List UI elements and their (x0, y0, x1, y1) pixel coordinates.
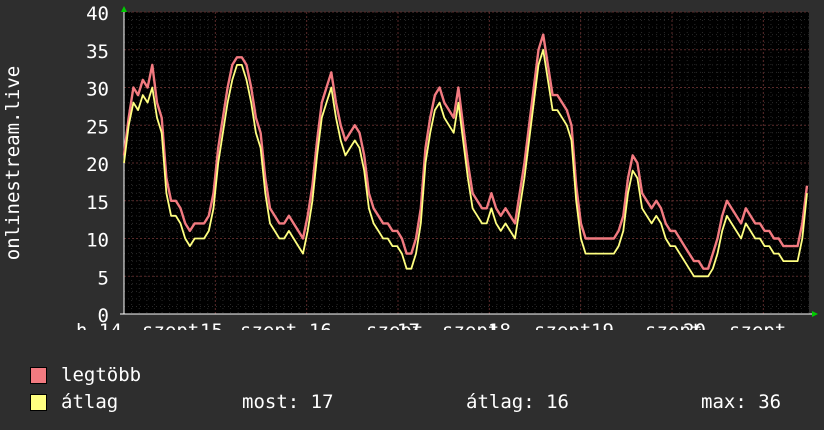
x-tick-label: 18 (488, 320, 511, 330)
y-axis-arrow (121, 6, 127, 12)
stat-average: átlag: 16 (466, 391, 569, 413)
y-tick-label: 5 (98, 267, 109, 289)
x-tick-label: 20 (683, 320, 706, 330)
stat-now: most: 17 (242, 391, 334, 413)
y-tick-label: 10 (86, 230, 109, 252)
x-tick-label: szept (534, 320, 591, 330)
y-tick-label: 30 (86, 79, 109, 101)
legend-item-max: legtöbb (30, 364, 141, 386)
legend-label-max: legtöbb (61, 364, 142, 386)
x-tick-label: szept (729, 320, 786, 330)
x-tick-label: szept (142, 320, 199, 330)
y-tick-label: 35 (86, 41, 109, 63)
line-chart: 0510152025303540h 14szept15szept16szept1… (2, 3, 818, 330)
x-tick-label: 17 (397, 320, 420, 330)
y-tick-label: 25 (86, 116, 109, 138)
legend-label-avg: átlag (61, 391, 119, 413)
y-axis-label: onlinestream.live (2, 66, 24, 260)
stat-max: max: 36 (701, 391, 782, 413)
x-tick-label: 16 (309, 320, 332, 330)
x-tick-label: szept (240, 320, 297, 330)
x-tick-label: 19 (591, 320, 614, 330)
y-tick-label: 20 (86, 154, 109, 176)
y-tick-label: 15 (86, 192, 109, 214)
legend-item-avg: átlag (30, 391, 118, 413)
x-axis-arrow (812, 311, 818, 317)
legend-swatch-max (30, 366, 47, 384)
y-tick-label: 40 (86, 3, 109, 25)
chart-root: 0510152025303540h 14szept15szept16szept1… (0, 0, 824, 430)
x-tick-label: h 14 (76, 320, 122, 330)
x-tick-label: 15 (200, 320, 223, 330)
legend-swatch-avg (30, 393, 47, 411)
